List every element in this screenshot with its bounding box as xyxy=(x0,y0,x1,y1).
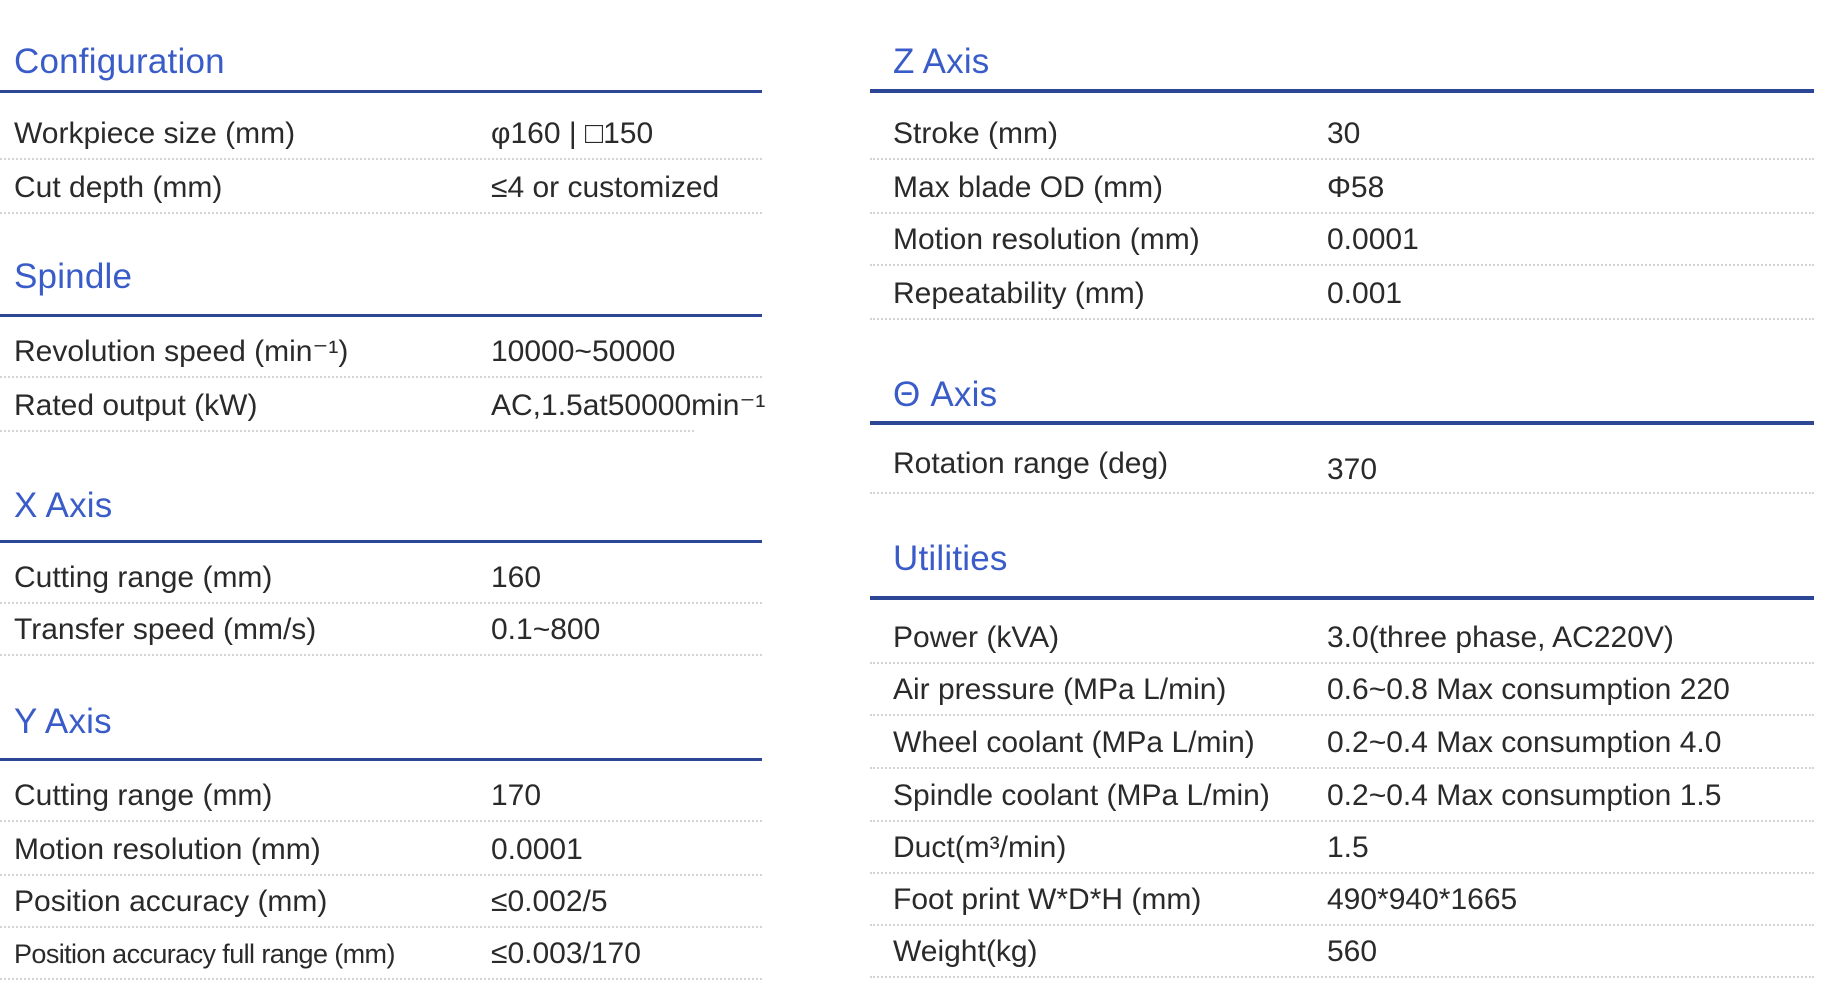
spec-value: 0.0001 xyxy=(1327,223,1419,256)
table-row: Motion resolution (mm) 0.0001 xyxy=(0,824,762,876)
spec-label: Duct(m³/min) xyxy=(893,831,1067,864)
section-title: Spindle xyxy=(14,257,133,296)
table-row: Cutting range (mm) 170 xyxy=(0,770,762,822)
spec-value: 490*940*1665 xyxy=(1327,883,1518,916)
section-divider xyxy=(0,758,762,761)
spec-label: Repeatability (mm) xyxy=(893,277,1145,310)
section-title: Θ Axis xyxy=(893,375,998,414)
spec-value: 0.1~800 xyxy=(491,613,601,646)
section-title: Z Axis xyxy=(893,42,990,81)
spec-label: Motion resolution (mm) xyxy=(14,833,321,866)
spec-value: ≤4 or customized xyxy=(491,171,720,204)
spec-value: 30 xyxy=(1327,117,1361,150)
spec-label: Spindle coolant (MPa L/min) xyxy=(893,779,1270,812)
table-row: Spindle coolant (MPa L/min) 0.2~0.4 Max … xyxy=(870,770,1814,822)
section-divider xyxy=(0,90,762,93)
spec-value: φ160 | □150 xyxy=(491,117,654,150)
spec-label: Position accuracy (mm) xyxy=(14,885,328,918)
spec-sheet: Configuration Workpiece size (mm) φ160 |… xyxy=(0,0,1834,996)
section-divider xyxy=(870,89,1814,93)
table-row: Wheel coolant (MPa L/min) 0.2~0.4 Max co… xyxy=(870,717,1814,769)
spec-value: 370 xyxy=(1327,453,1378,486)
spec-label: Foot print W*D*H (mm) xyxy=(893,883,1202,916)
table-row: Motion resolution (mm) 0.0001 xyxy=(870,214,1814,266)
table-row: Workpiece size (mm) φ160 | □150 xyxy=(0,108,762,160)
spec-label: Max blade OD (mm) xyxy=(893,171,1164,204)
spec-label: Workpiece size (mm) xyxy=(14,117,296,150)
table-row: Revolution speed (min⁻¹) 10000~50000 xyxy=(0,326,762,378)
spec-label: Air pressure (MPa L/min) xyxy=(893,673,1227,706)
spec-label: Weight(kg) xyxy=(893,935,1038,968)
spec-value: 0.0001 xyxy=(491,833,583,866)
table-row: Duct(m³/min) 1.5 xyxy=(870,822,1814,874)
spec-label: Cut depth (mm) xyxy=(14,171,223,204)
spec-label: Position accuracy full range (mm) xyxy=(14,939,395,969)
table-row: Position accuracy (mm) ≤0.002/5 xyxy=(0,876,762,928)
spec-value: AC,1.5at50000min⁻¹ xyxy=(491,389,766,422)
table-row: Power (kVA) 3.0(three phase, AC220V) xyxy=(870,612,1814,664)
table-row: Stroke (mm) 30 xyxy=(870,108,1814,160)
spec-label: Revolution speed (min⁻¹) xyxy=(14,335,349,368)
spec-value: 560 xyxy=(1327,935,1378,968)
section-title: X Axis xyxy=(14,486,113,525)
table-row: Position accuracy full range (mm) ≤0.003… xyxy=(0,928,762,980)
spec-label: Wheel coolant (MPa L/min) xyxy=(893,726,1255,759)
spec-value: 1.5 xyxy=(1327,831,1369,864)
section-divider xyxy=(0,540,762,543)
section-divider xyxy=(0,314,762,317)
spec-value: 0.2~0.4 Max consumption 1.5 xyxy=(1327,779,1722,812)
table-row: Repeatability (mm) 0.001 xyxy=(870,268,1814,320)
spec-value: ≤0.003/170 xyxy=(491,937,641,970)
table-row: Transfer speed (mm/s) 0.1~800 xyxy=(0,604,762,656)
spec-label: Stroke (mm) xyxy=(893,117,1058,150)
spec-value: 160 xyxy=(491,561,542,594)
spec-label: Rotation range (deg) xyxy=(893,447,1169,480)
spec-value: 0.6~0.8 Max consumption 220 xyxy=(1327,673,1730,706)
spec-label: Cutting range (mm) xyxy=(14,561,273,594)
spec-value: 0.001 xyxy=(1327,277,1403,310)
spec-value: 170 xyxy=(491,779,542,812)
table-row: Cutting range (mm) 160 xyxy=(0,552,762,604)
spec-value: ≤0.002/5 xyxy=(491,885,608,918)
table-row: Weight(kg) 560 xyxy=(870,926,1814,978)
table-row: Max blade OD (mm) Φ58 xyxy=(870,162,1814,214)
table-row: Cut depth (mm) ≤4 or customized xyxy=(0,162,762,214)
spec-value: Φ58 xyxy=(1327,171,1385,204)
spec-value: 0.2~0.4 Max consumption 4.0 xyxy=(1327,726,1722,759)
spec-value: 10000~50000 xyxy=(491,335,676,368)
section-title: Configuration xyxy=(14,42,225,81)
table-row: Air pressure (MPa L/min) 0.6~0.8 Max con… xyxy=(870,664,1814,716)
spec-label: Cutting range (mm) xyxy=(14,779,273,812)
spec-label: Rated output (kW) xyxy=(14,389,258,422)
table-row: Rated output (kW) AC,1.5at50000min⁻¹ xyxy=(0,380,765,432)
spec-label: Motion resolution (mm) xyxy=(893,223,1200,256)
table-row: Foot print W*D*H (mm) 490*940*1665 xyxy=(870,874,1814,926)
section-divider xyxy=(870,421,1814,425)
spec-label: Power (kVA) xyxy=(893,621,1060,654)
section-title: Utilities xyxy=(893,539,1008,578)
spec-value: 3.0(three phase, AC220V) xyxy=(1327,621,1674,654)
spec-label: Transfer speed (mm/s) xyxy=(14,613,317,646)
section-divider xyxy=(870,596,1814,600)
table-row: Rotation range (deg) 370 xyxy=(870,438,1814,494)
section-title: Y Axis xyxy=(14,702,112,741)
